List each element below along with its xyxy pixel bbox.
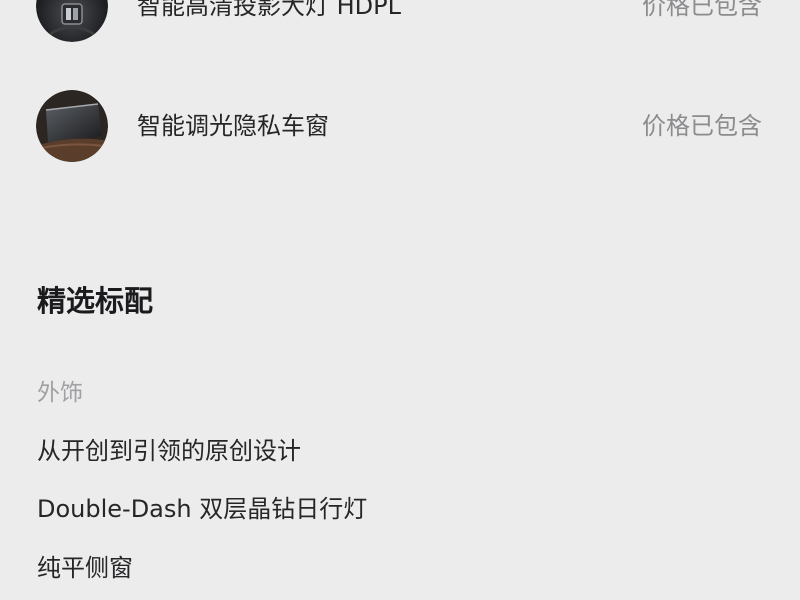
feature-item: 从开创到引领的原创设计 <box>37 437 301 465</box>
option-name: 智能调光隐私车窗 <box>137 112 329 140</box>
option-row-privacy-window[interactable]: 智能调光隐私车窗 价格已包含 <box>0 90 800 166</box>
section-title: 精选标配 <box>37 284 154 318</box>
option-name: 智能高清投影大灯 HDPL <box>137 0 401 20</box>
privacy-window-thumbnail-icon <box>36 90 108 162</box>
feature-item: Double-Dash 双层晶钻日行灯 <box>37 495 368 523</box>
option-row-headlight[interactable]: 智能高清投影大灯 HDPL 价格已包含 <box>0 0 800 46</box>
option-status: 价格已包含 <box>642 0 762 20</box>
option-status: 价格已包含 <box>642 112 762 140</box>
headlight-thumbnail-icon <box>36 0 108 42</box>
feature-item: 纯平侧窗 <box>37 554 133 582</box>
category-label: 外饰 <box>37 380 83 406</box>
